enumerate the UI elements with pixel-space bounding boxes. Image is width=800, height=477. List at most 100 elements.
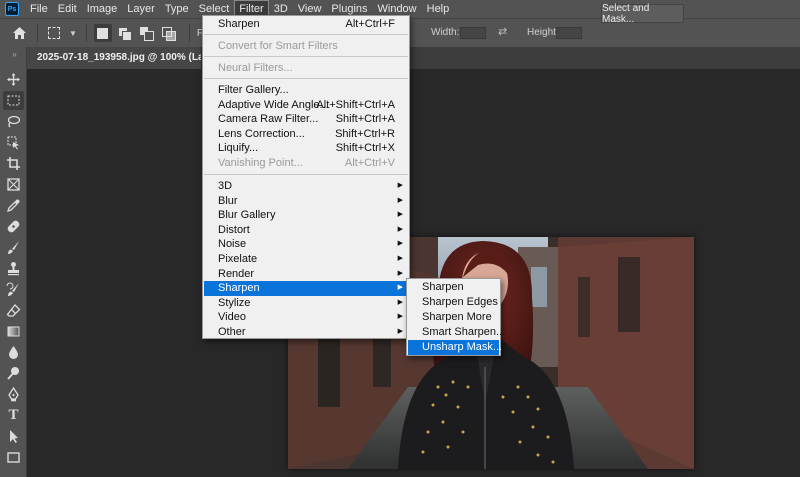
blur-tool-icon[interactable]: [3, 343, 24, 362]
submenu-arrow-icon: ▶: [397, 313, 403, 321]
lasso-tool-icon[interactable]: [3, 112, 24, 131]
menu-item-label: Sharpen: [218, 282, 260, 295]
submenu-arrow-icon: ▶: [397, 255, 403, 262]
menu-item-render[interactable]: Render ▶: [204, 267, 408, 282]
document-tab[interactable]: 2025-07-18_193958.jpg @ 100% (Layer: [27, 47, 202, 69]
path-selection-tool-icon[interactable]: [3, 427, 24, 446]
menu-item-label: Sharpen: [218, 18, 260, 30]
options-divider: [37, 24, 38, 42]
clone-stamp-tool-icon[interactable]: [3, 259, 24, 278]
new-selection-icon[interactable]: [93, 24, 112, 42]
menu-item-convert-for-smart-filters[interactable]: Convert for Smart Filters: [204, 39, 408, 54]
frame-tool-icon[interactable]: [3, 175, 24, 194]
menu-item-other[interactable]: Other ▶: [204, 325, 408, 340]
width-field[interactable]: [460, 27, 486, 39]
brush-tool-icon[interactable]: [3, 238, 24, 257]
menu-item-pixelate[interactable]: Pixelate ▶: [204, 252, 408, 267]
menu-item-label: Pixelate: [218, 253, 258, 265]
menu-item-label: Blur Gallery: [218, 209, 276, 222]
eraser-tool-icon[interactable]: [3, 301, 24, 320]
menu-item-label: Camera Raw Filter...: [218, 113, 319, 126]
submenu-item-sharpen-more[interactable]: Sharpen More: [408, 310, 499, 325]
menu-item-neural-filters[interactable]: Neural Filters...: [204, 61, 408, 76]
add-to-selection-icon[interactable]: [116, 24, 134, 42]
document-tab-bar: 2025-07-18_193958.jpg @ 100% (Layer: [27, 47, 800, 69]
dodge-tool-icon[interactable]: [3, 364, 24, 383]
rectangular-marquee-preset-icon[interactable]: [45, 24, 63, 42]
menu-layer[interactable]: Layer: [122, 0, 160, 18]
eyedropper-tool-icon[interactable]: [3, 196, 24, 215]
swap-dimensions-icon[interactable]: ⇄: [498, 25, 507, 38]
menu-item-lens-correction[interactable]: Lens Correction... Shift+Ctrl+R: [204, 127, 408, 142]
menu-item-label: Stylize: [218, 296, 251, 309]
menu-item-video[interactable]: Video ▶: [204, 310, 408, 325]
submenu-arrow-icon: ▶: [397, 298, 403, 306]
pen-tool-icon[interactable]: [3, 385, 24, 404]
menu-item-label: Other: [218, 326, 246, 338]
menu-type[interactable]: Type: [160, 0, 194, 18]
menu-item-blur[interactable]: Blur ▶: [204, 194, 408, 209]
intersect-selection-icon[interactable]: [160, 24, 178, 42]
menu-item-vanishing-point[interactable]: Vanishing Point... Alt+Ctrl+V: [204, 156, 408, 171]
height-field[interactable]: [556, 27, 582, 39]
menu-image[interactable]: Image: [82, 0, 123, 18]
menu-item-label: Convert for Smart Filters: [218, 40, 338, 52]
home-icon[interactable]: [8, 23, 30, 43]
rectangle-tool-icon[interactable]: [3, 448, 24, 467]
menu-item-3d[interactable]: 3D ▶: [204, 179, 408, 194]
submenu-arrow-icon: ▶: [397, 328, 403, 335]
select-and-mask-button[interactable]: Select and Mask...: [601, 3, 684, 25]
subtract-from-selection-icon[interactable]: [138, 24, 156, 42]
spot-healing-brush-icon[interactable]: [3, 217, 24, 236]
submenu-arrow-icon: ▶: [397, 196, 403, 204]
gradient-tool-icon[interactable]: [3, 322, 24, 341]
rectangular-marquee-tool-icon[interactable]: [3, 91, 24, 110]
menu-item-camera-raw-filter[interactable]: Camera Raw Filter... Shift+Ctrl+A: [204, 112, 408, 127]
submenu-item-sharpen-edges[interactable]: Sharpen Edges: [408, 295, 499, 310]
menu-file[interactable]: File: [25, 0, 53, 18]
menu-item-label: Filter Gallery...: [218, 84, 289, 96]
collapse-panel-icon[interactable]: »: [0, 47, 27, 61]
move-tool-icon[interactable]: [3, 70, 24, 89]
submenu-arrow-icon: ▶: [397, 284, 403, 292]
menu-item-label: Vanishing Point...: [218, 157, 303, 169]
menu-item-filter-gallery[interactable]: Filter Gallery...: [204, 83, 408, 98]
menu-item-label: Liquify...: [218, 142, 259, 155]
menu-item-label: Unsharp Mask...: [422, 341, 503, 353]
object-selection-tool-icon[interactable]: [3, 133, 24, 152]
menu-item-noise[interactable]: Noise ▶: [204, 237, 408, 252]
submenu-item-unsharp-mask[interactable]: Unsharp Mask...: [408, 340, 503, 355]
submenu-item-smart-sharpen[interactable]: Smart Sharpen...: [408, 325, 505, 340]
menu-item-sharpen-submenu[interactable]: Sharpen ▶: [204, 281, 408, 296]
sharpen-submenu: Sharpen Sharpen Edges Sharpen More Smart…: [406, 278, 505, 356]
menu-item-label: Render: [218, 267, 255, 280]
options-divider: [188, 24, 190, 42]
menu-item-shortcut: Shift+Ctrl+A: [335, 113, 395, 126]
submenu-item-sharpen[interactable]: Sharpen: [408, 280, 499, 295]
filter-menu-dropdown: Sharpen Alt+Ctrl+F Convert for Smart Filt…: [202, 15, 410, 339]
menu-item-shortcut: Shift+Ctrl+X: [335, 142, 395, 155]
menu-item-label: Distort: [218, 223, 250, 236]
menu-help[interactable]: Help: [422, 0, 455, 18]
menu-separator: [204, 78, 408, 79]
menu-item-last-filter-sharpen[interactable]: Sharpen Alt+Ctrl+F: [204, 17, 408, 32]
submenu-arrow-icon: ▶: [397, 240, 403, 248]
options-divider: [85, 24, 87, 42]
menu-item-stylize[interactable]: Stylize ▶: [204, 296, 408, 311]
submenu-arrow-icon: ▶: [397, 225, 403, 233]
menu-edit[interactable]: Edit: [53, 0, 82, 18]
menu-separator: [204, 34, 408, 35]
menu-item-distort[interactable]: Distort ▶: [204, 223, 408, 238]
menu-item-shortcut: Alt+Ctrl+F: [345, 18, 395, 30]
menu-item-adaptive-wide-angle[interactable]: Adaptive Wide Angle... Alt+Shift+Ctrl+A: [204, 98, 408, 113]
menu-item-liquify[interactable]: Liquify... Shift+Ctrl+X: [204, 141, 408, 156]
chevron-down-icon[interactable]: ▼: [69, 29, 77, 38]
menu-item-label: Sharpen Edges: [422, 296, 498, 308]
menu-item-blur-gallery[interactable]: Blur Gallery ▶: [204, 208, 408, 223]
tools-panel: » T: [0, 47, 27, 477]
history-brush-tool-icon[interactable]: [3, 280, 24, 299]
crop-tool-icon[interactable]: [3, 154, 24, 173]
type-tool-icon[interactable]: T: [3, 406, 24, 425]
width-label: Width:: [431, 27, 460, 38]
menu-item-shortcut: Shift+Ctrl+R: [335, 127, 395, 140]
